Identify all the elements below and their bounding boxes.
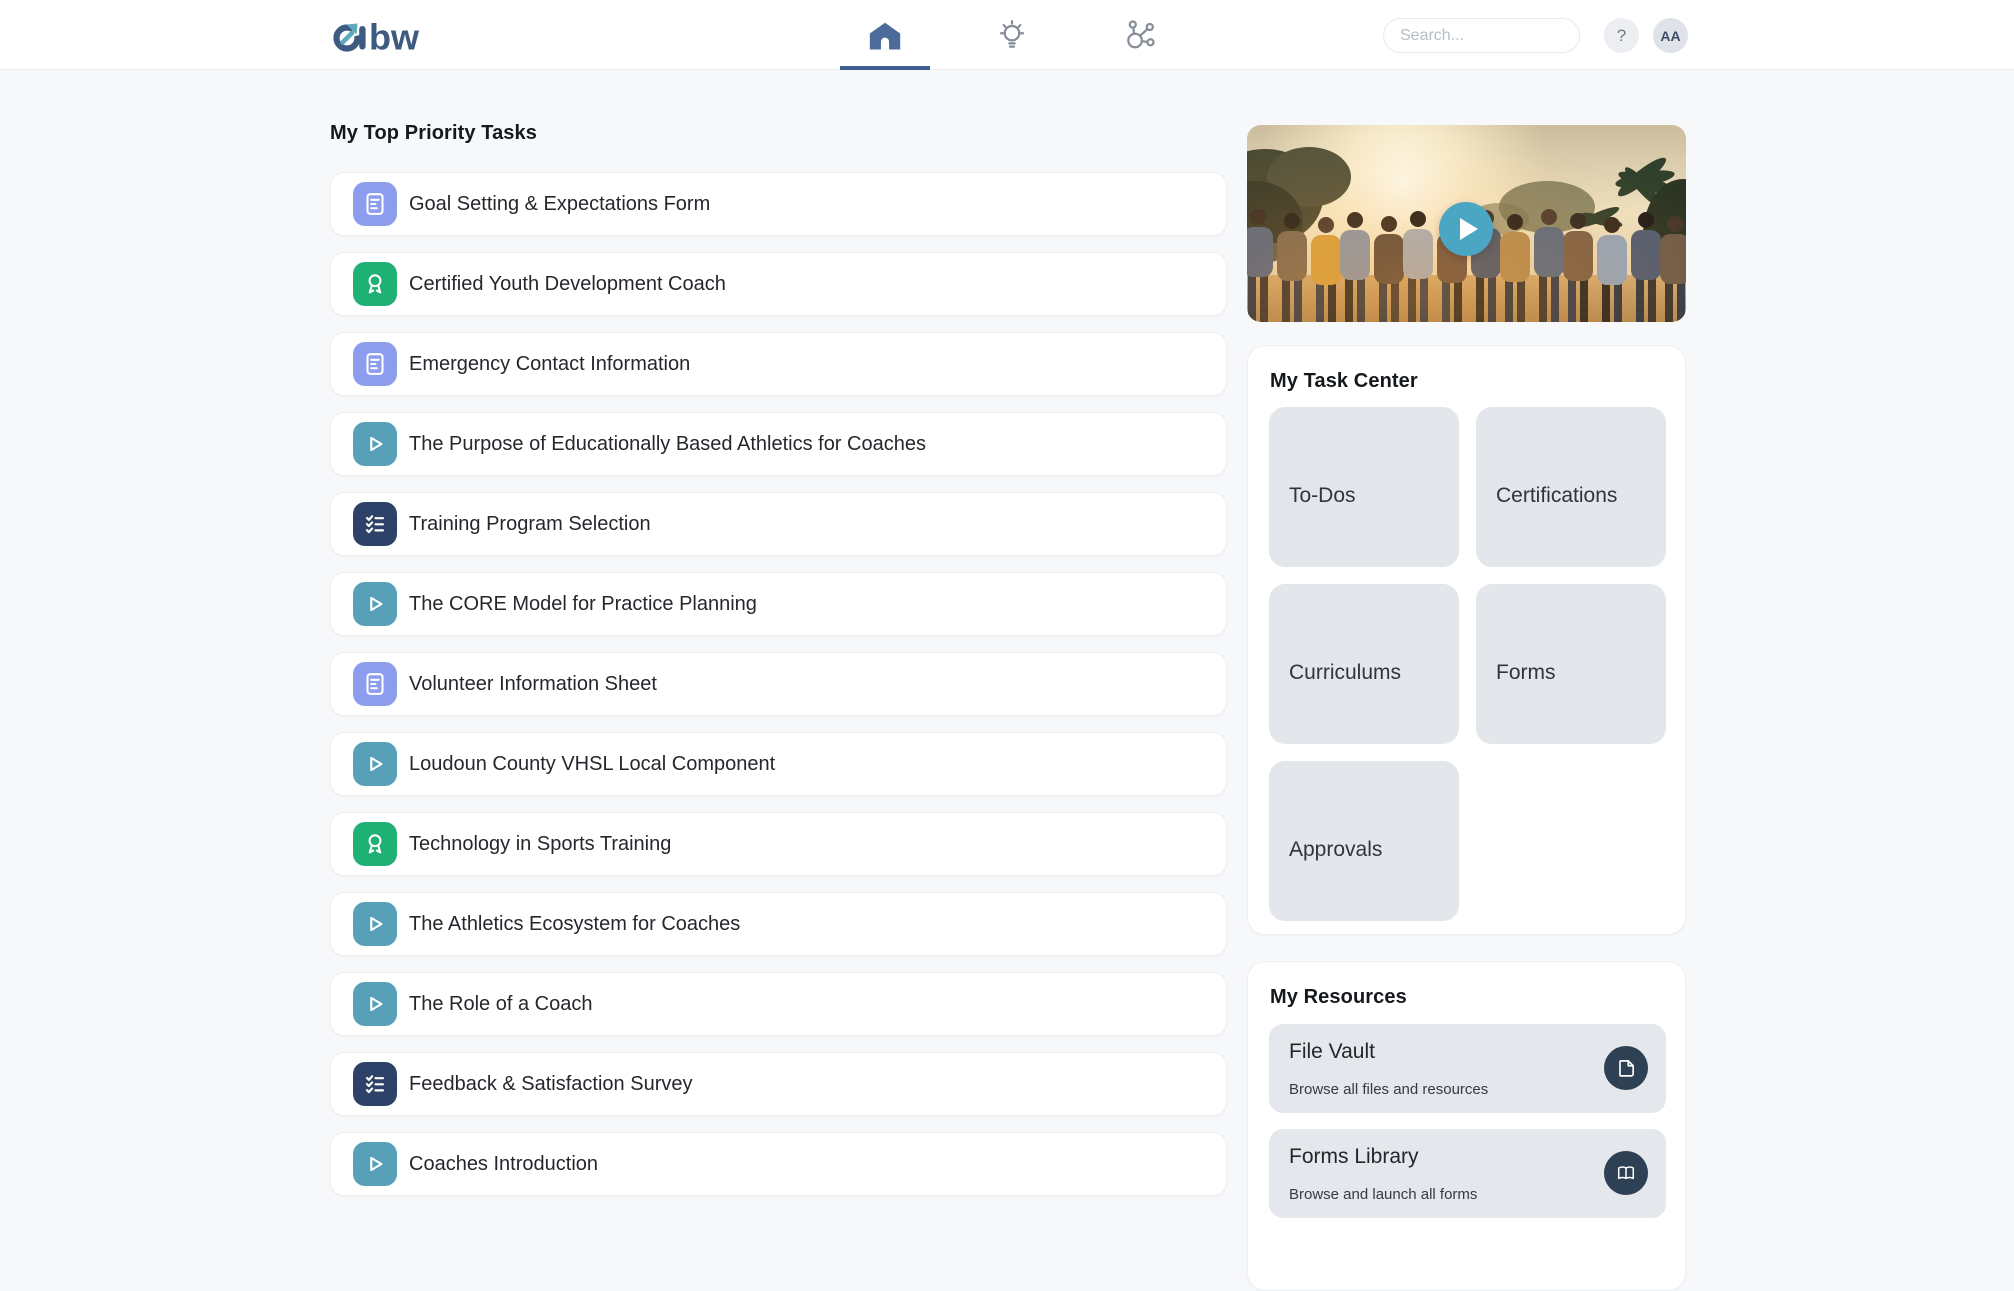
task-label: Technology in Sports Training: [409, 833, 671, 856]
task-item[interactable]: Loudoun County VHSL Local Component: [330, 732, 1227, 796]
task-item[interactable]: The CORE Model for Practice Planning: [330, 572, 1227, 636]
file-icon: [1604, 1046, 1648, 1090]
certification-icon: [353, 262, 397, 306]
tile-certifications[interactable]: Certifications: [1476, 407, 1666, 567]
task-item[interactable]: Feedback & Satisfaction Survey: [330, 1052, 1227, 1116]
task-item[interactable]: Coaches Introduction: [330, 1132, 1227, 1196]
search-input[interactable]: [1384, 27, 1580, 45]
checklist-icon: [353, 1062, 397, 1106]
task-label: The CORE Model for Practice Planning: [409, 593, 757, 616]
app-header: bw ? AA: [0, 0, 2014, 70]
task-label: Emergency Contact Information: [409, 353, 690, 376]
task-item[interactable]: Volunteer Information Sheet: [330, 652, 1227, 716]
task-label: Coaches Introduction: [409, 1153, 598, 1176]
tile-label: Forms: [1496, 661, 1556, 684]
play-icon: [353, 982, 397, 1026]
task-center-title: My Task Center: [1270, 370, 1418, 393]
task-center-grid: To-Dos Certifications Curriculums Forms …: [1269, 407, 1666, 921]
task-label: Certified Youth Development Coach: [409, 273, 726, 296]
form-icon: [353, 342, 397, 386]
search-box: [1383, 18, 1580, 53]
play-icon: [353, 422, 397, 466]
user-avatar[interactable]: AA: [1653, 18, 1688, 53]
task-label: Feedback & Satisfaction Survey: [409, 1073, 692, 1096]
task-item[interactable]: Technology in Sports Training: [330, 812, 1227, 876]
top-priority-task-list: Goal Setting & Expectations Form Certifi…: [330, 172, 1227, 1212]
resource-forms-library[interactable]: Forms Library Browse and launch all form…: [1269, 1129, 1666, 1218]
resources-title: My Resources: [1270, 986, 1407, 1009]
tile-label: Certifications: [1496, 484, 1617, 507]
book-icon: [1604, 1151, 1648, 1195]
lightbulb-icon: [994, 18, 1030, 54]
tile-label: Curriculums: [1289, 661, 1401, 684]
nav-ideas-button[interactable]: [990, 14, 1034, 58]
task-center-card: My Task Center To-Dos Certifications Cur…: [1247, 345, 1686, 935]
resource-list: File Vault Browse all files and resource…: [1269, 1024, 1666, 1234]
play-icon: [353, 1142, 397, 1186]
tile-approvals[interactable]: Approvals: [1269, 761, 1459, 921]
play-icon: [353, 902, 397, 946]
nav-home-button[interactable]: [863, 14, 907, 58]
nav-integrations-button[interactable]: [1117, 14, 1161, 58]
task-item[interactable]: The Purpose of Educationally Based Athle…: [330, 412, 1227, 476]
tile-to-dos[interactable]: To-Dos: [1269, 407, 1459, 567]
play-icon: [353, 582, 397, 626]
resource-subtitle: Browse all files and resources: [1289, 1081, 1488, 1098]
resource-file-vault[interactable]: File Vault Browse all files and resource…: [1269, 1024, 1666, 1113]
help-button[interactable]: ?: [1604, 18, 1639, 53]
active-tab-underline: [840, 66, 930, 70]
form-icon: [353, 662, 397, 706]
task-label: Goal Setting & Expectations Form: [409, 193, 710, 216]
home-icon: [867, 18, 903, 54]
tile-label: Approvals: [1289, 838, 1382, 861]
resource-title: Forms Library: [1289, 1145, 1419, 1169]
task-item[interactable]: Goal Setting & Expectations Form: [330, 172, 1227, 236]
task-label: The Role of a Coach: [409, 993, 592, 1016]
video-play-button[interactable]: [1439, 202, 1493, 256]
task-label: The Athletics Ecosystem for Coaches: [409, 913, 740, 936]
task-label: Volunteer Information Sheet: [409, 673, 657, 696]
task-item[interactable]: The Athletics Ecosystem for Coaches: [330, 892, 1227, 956]
tile-curriculums[interactable]: Curriculums: [1269, 584, 1459, 744]
resource-subtitle: Browse and launch all forms: [1289, 1186, 1477, 1203]
task-item[interactable]: Certified Youth Development Coach: [330, 252, 1227, 316]
form-icon: [353, 182, 397, 226]
checklist-icon: [353, 502, 397, 546]
network-icon: [1121, 18, 1157, 54]
task-label: The Purpose of Educationally Based Athle…: [409, 433, 926, 456]
task-label: Loudoun County VHSL Local Component: [409, 753, 775, 776]
resources-card: My Resources File Vault Browse all files…: [1247, 961, 1686, 1291]
task-label: Training Program Selection: [409, 513, 651, 536]
primary-nav: [0, 0, 2014, 70]
task-item[interactable]: Emergency Contact Information: [330, 332, 1227, 396]
play-icon: [1460, 218, 1478, 240]
tile-forms[interactable]: Forms: [1476, 584, 1666, 744]
tasks-section-title: My Top Priority Tasks: [330, 122, 537, 145]
task-item[interactable]: Training Program Selection: [330, 492, 1227, 556]
resource-title: File Vault: [1289, 1040, 1375, 1064]
certification-icon: [353, 822, 397, 866]
play-icon: [353, 742, 397, 786]
task-item[interactable]: The Role of a Coach: [330, 972, 1227, 1036]
tile-label: To-Dos: [1289, 484, 1356, 507]
